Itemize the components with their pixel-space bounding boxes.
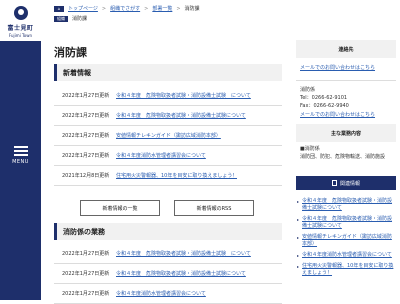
news-row: 2022年1月27日更新 令和４年度 危険物取扱者試験・消防設備士試験 について <box>54 86 282 106</box>
related-info-header: 関連情報 <box>296 176 396 190</box>
news-date: 2022年1月27日更新 <box>62 133 110 139</box>
related-link[interactable]: 令和４年度 危険物取扱者試験・消防設備士試験について <box>296 214 396 232</box>
related-links: 令和４年度 危険物取扱者試験・消防設備士試験について 令和４年度 危険物取扱者試… <box>296 196 396 279</box>
menu-label: MENU <box>12 158 29 165</box>
town-logo[interactable]: 富士見町 Fujimi Town <box>0 0 41 41</box>
home-icon[interactable]: ⌂ <box>54 5 64 12</box>
news-list-button[interactable]: 新着情報の一覧 <box>80 200 160 216</box>
news-date: 2022年1月27日更新 <box>62 153 110 159</box>
news-link[interactable]: 令和４年度 危険物取扱者試験・消防設備士試験 について <box>116 92 251 99</box>
section2-list: 2022年1月27日更新 令和４年度 危険物取扱者試験・消防設備士試験 について… <box>54 244 282 304</box>
news-row: 2022年1月27日更新 安値情報チレキンガイド（諏訪広域消防本部） <box>54 126 282 146</box>
sub-bar: 組織 消防課 <box>54 15 87 22</box>
duties-text: 消防団、防犯、危険物輸送、消防施設 <box>300 154 386 160</box>
news-date: 2021年12月8日更新 <box>62 173 110 179</box>
sub-bar-label: 消防課 <box>72 16 88 22</box>
news-date: 2022年1月27日更新 <box>62 291 110 297</box>
news-row: 2022年1月27日更新 令和４年度 危険物取扱者試験・消防設備士試験 について <box>54 244 282 264</box>
breadcrumb-top[interactable]: トップページ <box>68 5 98 12</box>
sub-bar-tag: 組織 <box>54 15 68 22</box>
news-row: 2022年1月27日更新 令和４年度 危険物取扱者試験・消防設備士試験について <box>54 106 282 126</box>
contact-heading: 連絡先 <box>296 40 396 58</box>
news-date: 2022年1月27日更新 <box>62 251 110 257</box>
news-date: 2022年1月27日更新 <box>62 93 110 99</box>
news-heading: 新着情報 <box>54 64 282 81</box>
logo-name: 富士見町 <box>7 25 34 32</box>
left-sidebar: 富士見町 Fujimi Town MENU <box>0 0 41 300</box>
news-row: 2022年1月27日更新 令和４年度消防水管理者講習会について <box>54 146 282 166</box>
news-list: 2022年1月27日更新 令和４年度 危険物取扱者試験・消防設備士試験 について… <box>54 86 282 186</box>
news-link[interactable]: 令和４年度 危険物取扱者試験・消防設備士試験 について <box>116 250 251 257</box>
duties-dept: ■消防係 <box>300 146 320 152</box>
related-link[interactable]: 令和４年度 危険物取扱者試験・消防設備士試験について <box>296 196 396 214</box>
hamburger-icon <box>13 145 28 156</box>
news-row: 2022年1月27日更新 令和４年度 危険物取扱者試験・消防設備士試験について <box>54 264 282 284</box>
news-link[interactable]: 住宅用火災警報器、10年を目安に取り換えましょう！ <box>116 172 237 179</box>
logo-sub: Fujimi Town <box>8 33 33 38</box>
section2-heading: 消防係の業務 <box>54 223 282 240</box>
news-row: 2022年1月27日更新 令和４年度消防水管理者講習会について <box>54 284 282 304</box>
duties-heading: 主な業務内容 <box>296 124 396 142</box>
contact-mail-link-2[interactable]: メールでのお問い合わせはこちら <box>296 110 396 122</box>
town-emblem-icon <box>13 6 28 20</box>
news-link[interactable]: 安値情報チレキンガイド（諏訪広域消防本部） <box>116 132 221 139</box>
related-link[interactable]: 住宅用火災警報器、10年を目安に取り換えましょう！ <box>296 261 396 279</box>
news-row: 2021年12月8日更新 住宅用火災警報器、10年を目安に取り換えましょう！ <box>54 166 282 186</box>
menu-button[interactable]: MENU <box>0 140 41 170</box>
page-title: 消防課 <box>54 46 87 59</box>
breadcrumb-dept-list[interactable]: 部署一覧 <box>152 5 172 12</box>
news-link[interactable]: 令和４年度消防水管理者講習会について <box>116 290 206 297</box>
related-label: 関連情報 <box>339 180 360 187</box>
news-buttons: 新着情報の一覧 新着情報のRSS <box>80 200 254 216</box>
contact-tel: Tel：0266-62-9101 <box>300 95 348 101</box>
news-link[interactable]: 令和４年度 危険物取扱者試験・消防設備士試験について <box>116 112 246 119</box>
related-link[interactable]: 安値情報チレキンガイド（諏訪広域消防本部） <box>296 232 396 250</box>
news-link[interactable]: 令和４年度消防水管理者講習会について <box>116 152 206 159</box>
document-icon <box>331 180 337 186</box>
contact-fax: Fax：0266-62-9940 <box>300 103 349 109</box>
news-rss-button[interactable]: 新着情報のRSS <box>174 200 254 216</box>
contact-dept: 消防係 <box>300 87 316 93</box>
duties-panel: 主な業務内容 ■消防係 消防団、防犯、危険物輸送、消防施設 <box>296 124 396 161</box>
contact-panel: 連絡先 メールでのお問い合わせはこちら 消防係 Tel：0266-62-9101… <box>296 40 396 122</box>
breadcrumb: ⌂ トップページ > 組織でさがす > 部署一覧 > 消防課 <box>54 5 200 12</box>
related-link[interactable]: 令和４年度消防水管理者講習会について <box>296 250 396 261</box>
breadcrumb-current: 消防課 <box>184 6 200 12</box>
contact-mail-link[interactable]: メールでのお問い合わせはこちら <box>296 58 396 75</box>
breadcrumb-org[interactable]: 組織でさがす <box>110 5 140 12</box>
news-link[interactable]: 令和４年度 危険物取扱者試験・消防設備士試験について <box>116 270 246 277</box>
news-date: 2022年1月27日更新 <box>62 113 110 119</box>
news-date: 2022年1月27日更新 <box>62 271 110 277</box>
